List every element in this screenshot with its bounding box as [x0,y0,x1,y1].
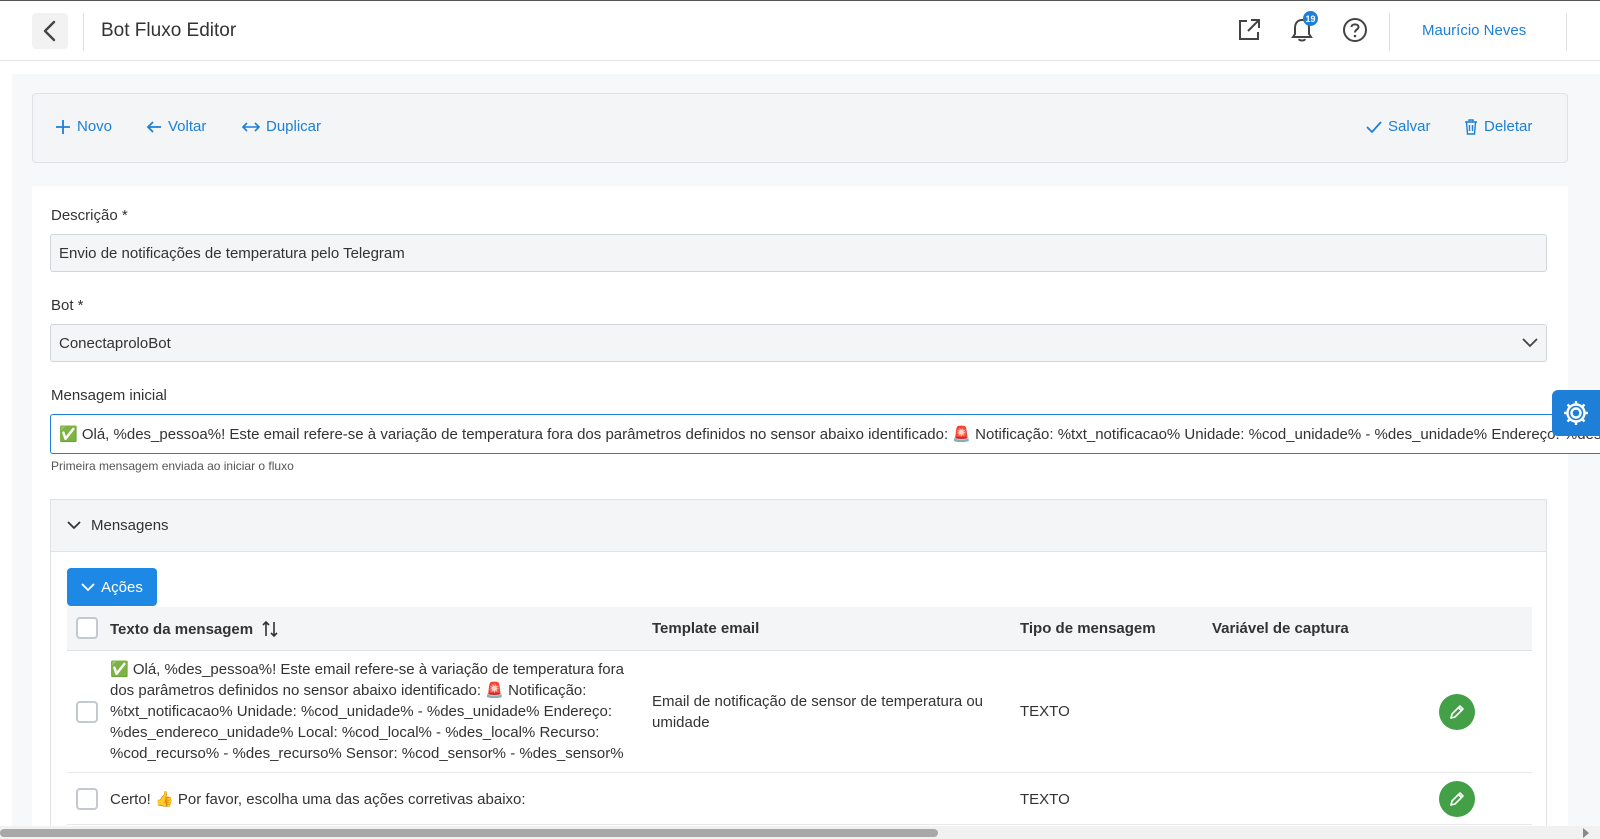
row-template: Email de notificação de sensor de temper… [652,693,984,731]
edit-button[interactable] [1439,781,1475,817]
scrollbar-thumb[interactable] [0,829,938,837]
row-texto: ✅ Olá, %des_pessoa%! Este email refere-s… [110,661,624,762]
novo-button[interactable]: Novo [55,118,112,135]
page-title: Bot Fluxo Editor [101,20,237,41]
mensagem-inicial-hint: Primeira mensagem enviada ao iniciar o f… [51,459,294,473]
mensagens-table: Texto da mensagem Template email Tipo de… [67,607,1532,825]
pencil-icon [1450,705,1464,719]
bot-select[interactable]: ConectaproloBot [50,324,1547,362]
row-checkbox[interactable] [76,701,98,723]
row-tipo: TEXTO [1020,791,1070,808]
row-checkbox[interactable] [76,788,98,810]
mensagens-title: Mensagens [91,517,169,534]
col-tipo-header: Tipo de mensagem [1020,620,1156,637]
duplicar-button[interactable]: Duplicar [242,118,321,135]
descricao-input[interactable]: Envio de notificações de temperatura pel… [50,234,1547,272]
table-header: Texto da mensagem Template email Tipo de… [67,607,1532,651]
bot-label: Bot * [51,297,84,314]
sort-icon [262,620,278,638]
salvar-button[interactable]: Salvar [1366,118,1431,135]
mensagens-section: Mensagens Ações Texto da mensagem Templa… [50,499,1547,829]
mensagem-inicial-value: ✅ Olá, %des_pessoa%! Este email refere-s… [59,426,1600,443]
external-link-icon [1239,19,1260,40]
plus-icon [56,119,70,134]
select-all-checkbox[interactable] [76,617,98,639]
mensagem-inicial-input[interactable]: ✅ Olá, %des_pessoa%! Este email refere-s… [50,414,1600,454]
deletar-label: Deletar [1484,118,1533,135]
action-toolbar: Novo Voltar Duplicar Salvar Deletar [32,93,1568,163]
duplicar-label: Duplicar [266,118,322,135]
help-button[interactable] [1340,15,1370,45]
descricao-value: Envio de notificações de temperatura pel… [59,244,405,262]
divider [1389,13,1390,51]
col-texto-header[interactable]: Texto da mensagem [110,620,279,638]
divider [83,13,84,51]
chevron-down-icon [81,582,95,591]
mensagens-toggle[interactable]: Mensagens [51,500,1546,552]
top-bar: Bot Fluxo Editor 19 Maurício Neves [0,0,1600,61]
trash-icon [1465,118,1477,135]
acoes-label: Ações [101,578,143,596]
voltar-button[interactable]: Voltar [146,118,206,135]
notifications-button[interactable]: 19 [1287,11,1318,45]
deletar-button[interactable]: Deletar [1464,118,1532,135]
col-template-header: Template email [652,620,760,637]
bot-value: ConectaproloBot [59,334,171,352]
check-icon [1366,120,1382,133]
table-row[interactable]: ✅ Olá, %des_pessoa%! Este email refere-s… [67,651,1532,773]
settings-button[interactable] [1552,390,1600,436]
col-variavel-header: Variável de captura [1212,620,1349,637]
descricao-label: Descrição * [51,207,128,224]
back-button[interactable] [32,13,68,49]
row-texto: Certo! 👍 Por favor, escolha uma das açõe… [110,791,526,808]
arrows-horizontal-icon [242,121,260,132]
mensagem-inicial-label: Mensagem inicial [51,387,167,404]
edit-button[interactable] [1439,694,1475,730]
arrow-left-icon [146,120,161,133]
row-tipo: TEXTO [1020,703,1070,720]
salvar-label: Salvar [1388,118,1431,135]
table-row[interactable]: Certo! 👍 Por favor, escolha uma das açõe… [67,773,1532,825]
col-texto-label: Texto da mensagem [110,620,254,638]
scroll-right-arrow[interactable] [1583,828,1589,838]
chevron-down-icon [1522,338,1538,348]
divider [1566,13,1567,51]
horizontal-scrollbar[interactable] [0,826,1600,839]
chevron-down-icon [67,521,81,530]
external-link-button[interactable] [1234,15,1264,45]
pencil-icon [1450,792,1464,806]
voltar-label: Voltar [168,118,207,135]
question-circle-icon [1343,18,1367,42]
user-menu[interactable]: Maurício Neves [1422,22,1526,39]
gear-icon [1564,401,1588,425]
novo-label: Novo [77,118,113,135]
notification-badge: 19 [1303,11,1318,26]
acoes-button[interactable]: Ações [67,568,157,606]
chevron-left-icon [43,20,56,42]
